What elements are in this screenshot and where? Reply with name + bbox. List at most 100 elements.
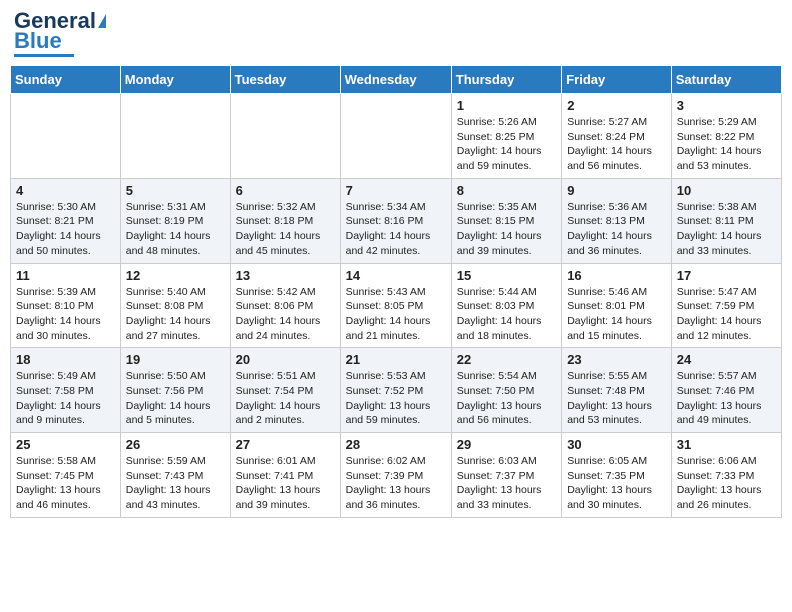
cell-info-line: Daylight: 13 hours xyxy=(346,483,446,498)
cell-info-line: Daylight: 14 hours xyxy=(236,399,335,414)
cell-info-line: Daylight: 14 hours xyxy=(346,314,446,329)
calendar-cell: 29Sunrise: 6:03 AMSunset: 7:37 PMDayligh… xyxy=(451,433,561,518)
day-number: 15 xyxy=(457,268,556,283)
cell-info-line: Sunrise: 5:58 AM xyxy=(16,454,115,469)
cell-info-line: Sunset: 8:05 PM xyxy=(346,299,446,314)
cell-info-line: and 49 minutes. xyxy=(677,413,776,428)
day-number: 3 xyxy=(677,98,776,113)
calendar-week-5: 25 Sunrise: 5:58 AMSunset: 7:45 PM Dayligh… xyxy=(11,433,782,518)
calendar-cell: 9Sunrise: 5:36 AMSunset: 8:13 PMDaylight… xyxy=(562,178,672,263)
cell-info-line: Sunrise: 5:29 AM xyxy=(677,115,776,130)
day-number: 18 xyxy=(16,352,115,367)
day-number: 6 xyxy=(236,183,335,198)
cell-info-line: Daylight: 14 hours xyxy=(126,314,225,329)
cell-info-line: Sunrise: 6:01 AM xyxy=(236,454,335,469)
calendar-cell: 14Sunrise: 5:43 AMSunset: 8:05 PMDayligh… xyxy=(340,263,451,348)
day-number: 29 xyxy=(457,437,556,452)
cell-info-line: Sunset: 7:43 PM xyxy=(126,469,225,484)
col-header-saturday: Saturday xyxy=(671,66,781,94)
calendar-cell: 13Sunrise: 5:42 AMSunset: 8:06 PMDayligh… xyxy=(230,263,340,348)
cell-info-line: Sunset: 8:11 PM xyxy=(677,214,776,229)
calendar-cell: 1Sunrise: 5:26 AMSunset: 8:25 PMDaylight… xyxy=(451,94,561,179)
col-header-tuesday: Tuesday xyxy=(230,66,340,94)
calendar-cell xyxy=(120,94,230,179)
cell-info-line: Sunrise: 6:02 AM xyxy=(346,454,446,469)
day-number: 16 xyxy=(567,268,666,283)
logo-underline xyxy=(14,54,74,57)
day-number: 21 xyxy=(346,352,446,367)
day-number: 30 xyxy=(567,437,666,452)
cell-info-line: Daylight: 14 hours xyxy=(567,144,666,159)
calendar-cell: 24Sunrise: 5:57 AMSunset: 7:46 PMDayligh… xyxy=(671,348,781,433)
cell-info-line: Sunrise: 5:50 AM xyxy=(126,369,225,384)
cell-info-line: Daylight: 14 hours xyxy=(677,144,776,159)
day-number: 1 xyxy=(457,98,556,113)
cell-info-line: Daylight: 13 hours xyxy=(457,483,556,498)
cell-info-line: Daylight: 14 hours xyxy=(457,229,556,244)
calendar-cell: 18Sunrise: 5:49 AMSunset: 7:58 PMDayligh… xyxy=(11,348,121,433)
cell-info-line: Sunrise: 5:27 AM xyxy=(567,115,666,130)
day-number: 24 xyxy=(677,352,776,367)
cell-info-line: Sunrise: 5:54 AM xyxy=(457,369,556,384)
cell-info-line: Sunset: 7:46 PM xyxy=(677,384,776,399)
cell-info-line: Daylight: 14 hours xyxy=(677,229,776,244)
calendar-week-2: 4Sunrise: 5:30 AMSunset: 8:21 PMDaylight… xyxy=(11,178,782,263)
cell-info-line: Sunrise: 5:31 AM xyxy=(126,200,225,215)
col-header-sunday: Sunday xyxy=(11,66,121,94)
day-number: 20 xyxy=(236,352,335,367)
cell-info-line: Sunset: 7:45 PM xyxy=(16,469,115,484)
cell-info-line: Sunset: 7:39 PM xyxy=(346,469,446,484)
cell-info-line: Sunrise: 5:46 AM xyxy=(567,285,666,300)
cell-info-line: Daylight: 13 hours xyxy=(126,483,225,498)
day-number: 9 xyxy=(567,183,666,198)
day-number: 13 xyxy=(236,268,335,283)
cell-info-line: Sunrise: 5:32 AM xyxy=(236,200,335,215)
day-number: 25 xyxy=(16,437,115,452)
cell-info-line: Sunrise: 5:59 AM xyxy=(126,454,225,469)
day-number: 10 xyxy=(677,183,776,198)
calendar-week-4: 18Sunrise: 5:49 AMSunset: 7:58 PMDayligh… xyxy=(11,348,782,433)
cell-info-line: Sunset: 7:41 PM xyxy=(236,469,335,484)
cell-info-line: and 5 minutes. xyxy=(126,413,225,428)
cell-info-line: Sunrise: 5:30 AM xyxy=(16,200,115,215)
cell-info-line: Sunset: 7:48 PM xyxy=(567,384,666,399)
cell-info-line: and 45 minutes. xyxy=(236,244,335,259)
cell-info-line: Sunrise: 5:39 AM xyxy=(16,285,115,300)
cell-info-line: Sunrise: 5:42 AM xyxy=(236,285,335,300)
cell-info-line: and 15 minutes. xyxy=(567,329,666,344)
cell-info-line: Daylight: 13 hours xyxy=(677,483,776,498)
day-number: 7 xyxy=(346,183,446,198)
cell-info-line: and 24 minutes. xyxy=(236,329,335,344)
cell-info-line: Sunset: 8:13 PM xyxy=(567,214,666,229)
cell-info-line: Sunset: 7:50 PM xyxy=(457,384,556,399)
cell-info-line: Sunset: 8:24 PM xyxy=(567,130,666,145)
cell-info-line: Sunset: 8:01 PM xyxy=(567,299,666,314)
calendar-cell: 4Sunrise: 5:30 AMSunset: 8:21 PMDaylight… xyxy=(11,178,121,263)
calendar-cell: 25Sunrise: 5:58 AMSunset: 7:45 PMDayligh… xyxy=(11,433,121,518)
cell-info-line: Sunrise: 5:47 AM xyxy=(677,285,776,300)
cell-info-line: Sunset: 7:37 PM xyxy=(457,469,556,484)
logo-icon xyxy=(98,14,106,28)
page-header: General Blue xyxy=(10,10,782,57)
calendar-cell: 27Sunrise: 6:01 AMSunset: 7:41 PMDayligh… xyxy=(230,433,340,518)
calendar-cell: 10 Sunrise: 5:38 AMSunset: 8:11 PMDayligh… xyxy=(671,178,781,263)
day-number: 23 xyxy=(567,352,666,367)
cell-info-line: Daylight: 14 hours xyxy=(236,314,335,329)
cell-info-line: Sunset: 8:18 PM xyxy=(236,214,335,229)
cell-info-line: and 36 minutes. xyxy=(346,498,446,513)
calendar-cell: 5Sunrise: 5:31 AMSunset: 8:19 PMDaylight… xyxy=(120,178,230,263)
cell-info-line: Sunrise: 5:38 AM xyxy=(677,200,776,215)
cell-info-line: Sunrise: 5:26 AM xyxy=(457,115,556,130)
cell-info-line: Sunrise: 5:53 AM xyxy=(346,369,446,384)
cell-info-line: Daylight: 13 hours xyxy=(457,399,556,414)
cell-info-line: Daylight: 14 hours xyxy=(236,229,335,244)
calendar-cell: 7Sunrise: 5:34 AMSunset: 8:16 PMDaylight… xyxy=(340,178,451,263)
logo-text-blue: Blue xyxy=(14,30,62,52)
cell-info-line: Sunrise: 5:55 AM xyxy=(567,369,666,384)
calendar-cell xyxy=(340,94,451,179)
cell-info-line: Daylight: 14 hours xyxy=(126,399,225,414)
cell-info-line: Sunset: 8:15 PM xyxy=(457,214,556,229)
calendar-cell: 23Sunrise: 5:55 AMSunset: 7:48 PMDayligh… xyxy=(562,348,672,433)
calendar-cell: 11Sunrise: 5:39 AMSunset: 8:10 PMDayligh… xyxy=(11,263,121,348)
cell-info-line: Daylight: 14 hours xyxy=(126,229,225,244)
